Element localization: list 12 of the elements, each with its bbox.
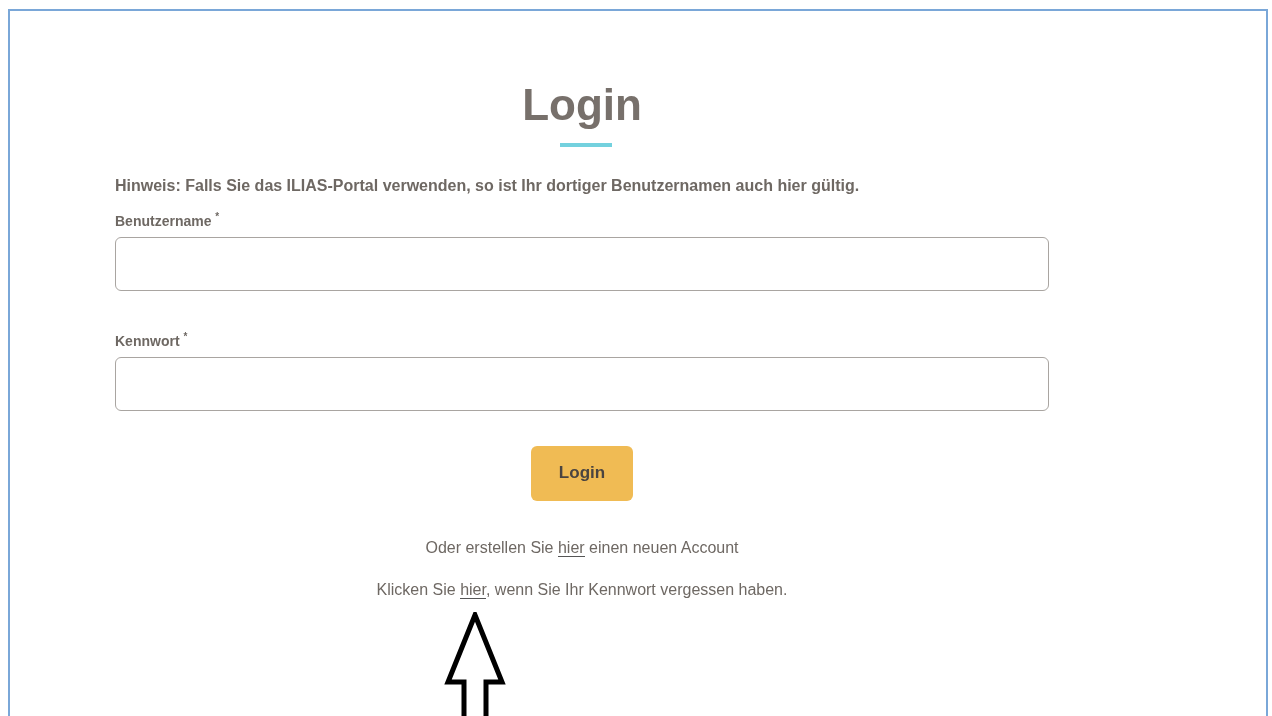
here-link[interactable]: hier [557, 538, 585, 557]
title-underline [560, 143, 612, 148]
input-field[interactable] [115, 237, 1049, 292]
login-button[interactable]: Login [531, 445, 633, 501]
field-label: Benutzername $^{*}$ [115, 211, 220, 230]
notice-text: Hinweis: Falls Sie das ILIAS-Portal verwenden, so ist Ihr dortiger Benutzernamen auch hier gültig. [115, 177, 861, 196]
input-field[interactable] [115, 356, 1049, 411]
page-title: Login [521, 81, 643, 130]
link-sentence: Oder erstellen Sie hier einen neuen Account [424, 538, 740, 557]
here-link[interactable]: hier [460, 580, 486, 599]
field-label: Kennwort $^{*}$ [115, 331, 188, 349]
link-sentence: Klicken Sie hier, wenn Sie Ihr Kennwort vergessen haben. [375, 580, 789, 599]
